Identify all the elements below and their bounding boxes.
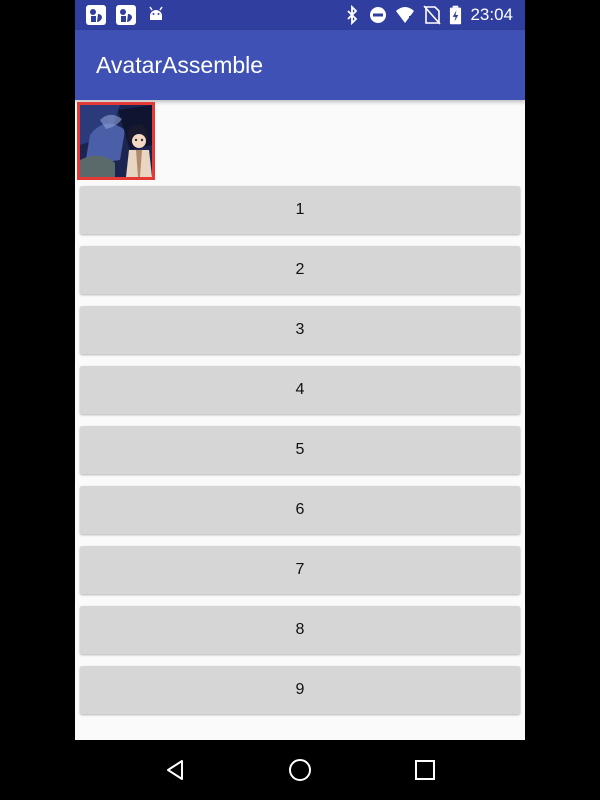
battery-charging-icon (450, 5, 462, 25)
android-icon (149, 6, 163, 20)
recents-icon (415, 760, 435, 780)
recents-button[interactable] (410, 755, 440, 785)
button-1[interactable]: 1 (80, 186, 520, 234)
button-4[interactable]: 4 (80, 366, 520, 414)
button-5[interactable]: 5 (80, 426, 520, 474)
navigation-bar (0, 740, 600, 800)
no-sim-icon (423, 5, 442, 25)
wifi-icon (396, 7, 415, 24)
bluetooth-icon (347, 5, 358, 25)
button-7[interactable]: 7 (80, 546, 520, 594)
avatar[interactable] (77, 102, 155, 180)
back-button[interactable] (160, 755, 190, 785)
button-6[interactable]: 6 (80, 486, 520, 534)
home-button[interactable] (285, 755, 315, 785)
button-2[interactable]: 2 (80, 246, 520, 294)
status-time: 23:04 (470, 5, 513, 24)
button-3[interactable]: 3 (80, 306, 520, 354)
app-notification-icon (86, 5, 106, 25)
system-status-area: 23:04 (343, 4, 513, 26)
back-icon (167, 760, 183, 780)
app-bar: AvatarAssemble (75, 30, 525, 100)
notification-area (85, 4, 167, 26)
home-icon (289, 759, 311, 781)
app-title: AvatarAssemble (96, 52, 264, 78)
app-notification-icon (116, 5, 136, 25)
device-screen: 23:04 AvatarAssemble 1 2 3 4 5 6 7 8 9 (0, 0, 600, 800)
button-9[interactable]: 9 (80, 666, 520, 714)
do-not-disturb-icon (370, 7, 387, 23)
avatar-image (80, 105, 152, 177)
app-window: 23:04 AvatarAssemble 1 2 3 4 5 6 7 8 9 (75, 0, 525, 740)
button-8[interactable]: 8 (80, 606, 520, 654)
status-bar: 23:04 (75, 0, 525, 30)
